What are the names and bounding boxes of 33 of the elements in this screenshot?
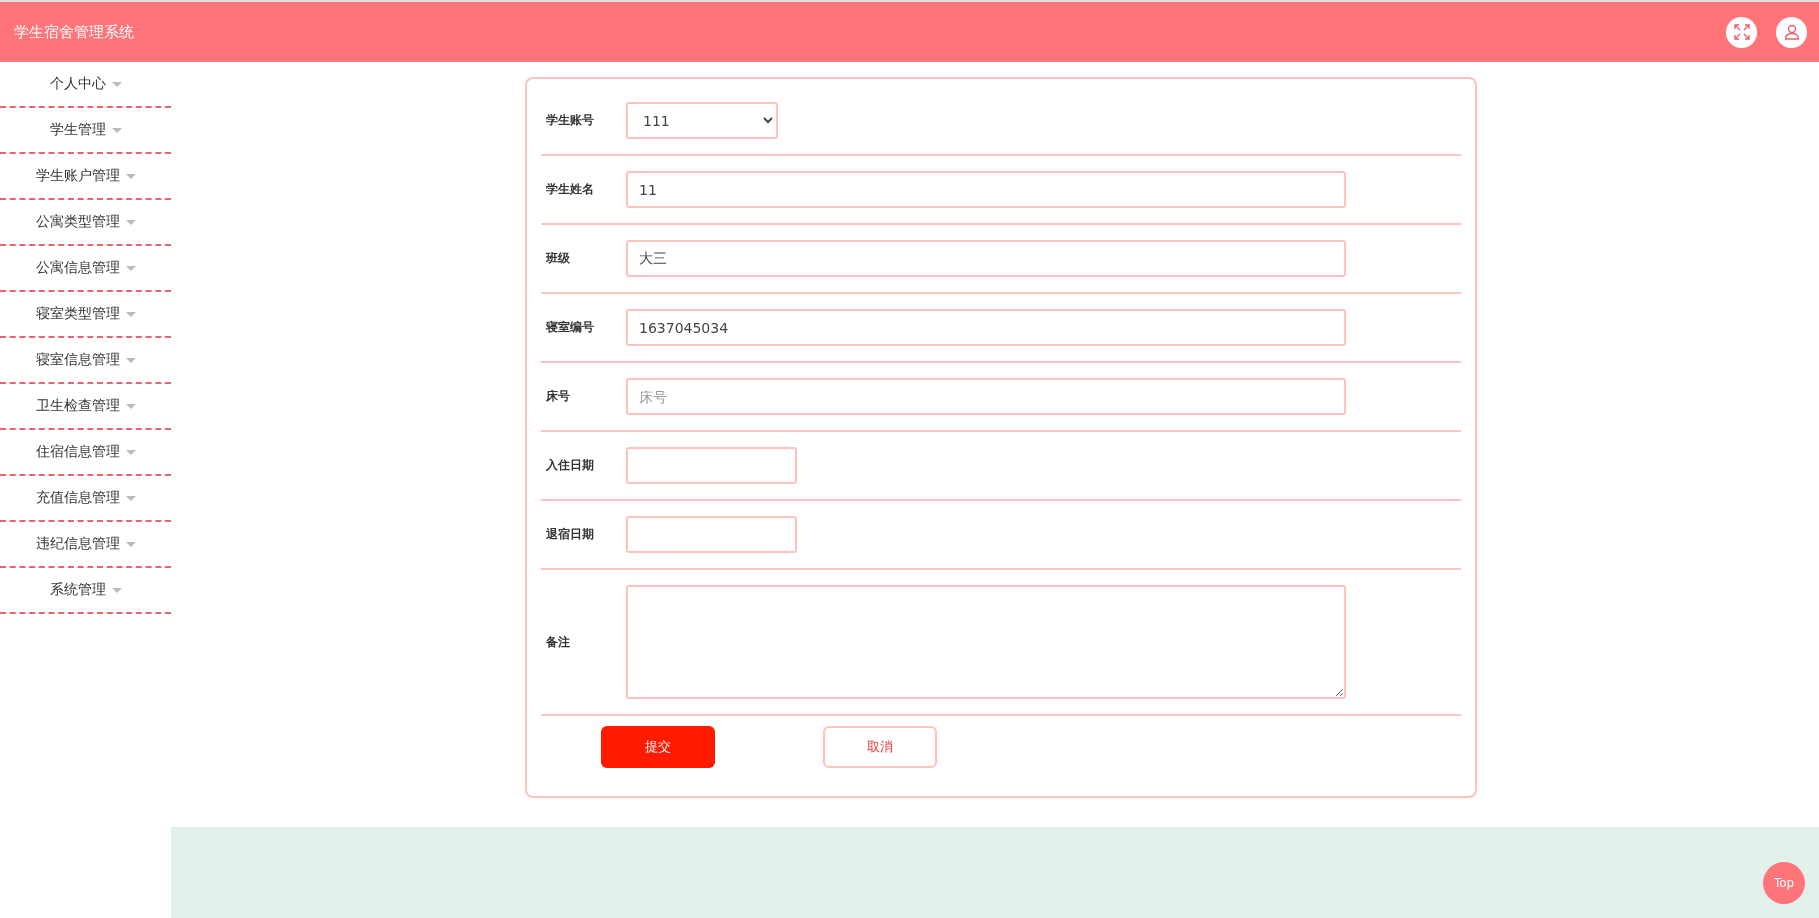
- date-field[interactable]: [626, 516, 797, 553]
- user-icon[interactable]: [1776, 16, 1807, 48]
- menu-item[interactable]: 公寓信息管理: [35, 259, 120, 277]
- menu-item[interactable]: 违纪信息管理: [35, 535, 120, 553]
- field-label: 学生账号: [545, 112, 595, 129]
- cancel-button[interactable]: 取消: [823, 726, 937, 768]
- menu-item[interactable]: 系统管理: [49, 581, 106, 599]
- input-field[interactable]: 1637045034: [626, 309, 1346, 346]
- field-label: 床号: [545, 388, 571, 405]
- field-label: 备注: [545, 633, 571, 651]
- field-label: 班级: [544, 250, 571, 267]
- input-field[interactable]: 床号: [626, 378, 1346, 415]
- field-label: 学生姓名: [545, 181, 595, 198]
- field-label: 寝室编号: [544, 319, 595, 336]
- menu-item[interactable]: 住宿信息管理: [35, 443, 120, 461]
- menu-item[interactable]: 卫生检查管理: [35, 397, 120, 415]
- menu-item[interactable]: 寝室类型管理: [35, 305, 120, 323]
- menu-item[interactable]: 公寓类型管理: [35, 213, 120, 231]
- menu-item[interactable]: 个人中心: [49, 75, 106, 93]
- input-field[interactable]: 11: [626, 171, 1346, 208]
- menu-item[interactable]: 寝室信息管理: [35, 351, 120, 369]
- fullscreen-icon[interactable]: [1726, 16, 1757, 48]
- account-select[interactable]: 111: [626, 102, 778, 139]
- submit-button[interactable]: 提交: [601, 726, 715, 768]
- notes-field[interactable]: [626, 585, 1346, 699]
- menu-item[interactable]: 学生管理: [49, 121, 106, 139]
- menu-item[interactable]: 充值信息管理: [35, 489, 120, 507]
- input-field[interactable]: 大三: [626, 240, 1346, 277]
- field-label: 入住日期: [545, 457, 595, 474]
- date-field[interactable]: [626, 447, 797, 484]
- app-title: 学生宿舍管理系统: [14, 22, 134, 42]
- menu-item[interactable]: 学生账户管理: [35, 167, 120, 185]
- field-label: 退宿日期: [545, 526, 595, 543]
